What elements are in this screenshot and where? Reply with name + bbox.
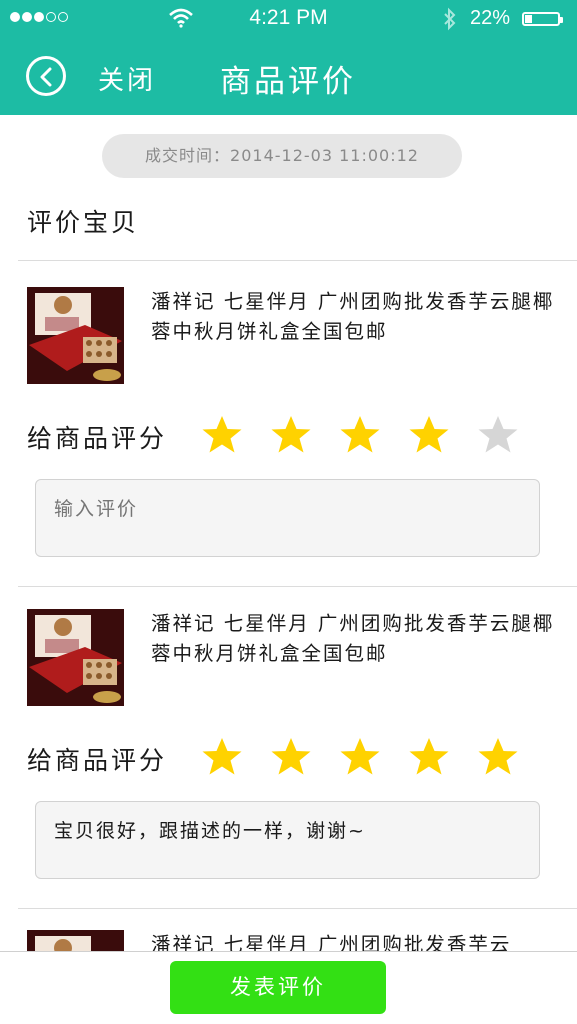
star-filled-icon[interactable] [339, 414, 381, 456]
star-rating[interactable] [201, 736, 546, 778]
star-empty-icon[interactable] [477, 414, 519, 456]
review-item: 潘祥记 七星伴月 广州团购批发香芋云 [0, 930, 577, 951]
product-name: 潘祥记 七星伴月 广州团购批发香芋云 [151, 933, 512, 951]
bluetooth-icon [444, 7, 456, 31]
rating-label: 给商品评分 [27, 424, 168, 453]
battery-icon [522, 12, 563, 26]
status-bar: 4:21 PM 22% [0, 0, 577, 38]
product-name: 潘祥记 七星伴月 广州团购批发香芋云腿椰蓉中秋月饼礼盒全国包邮 [151, 290, 555, 343]
star-filled-icon[interactable] [477, 736, 519, 778]
star-filled-icon[interactable] [339, 736, 381, 778]
comment-input[interactable] [35, 479, 540, 557]
star-filled-icon[interactable] [408, 414, 450, 456]
star-filled-icon[interactable] [270, 414, 312, 456]
app-header: 4:21 PM 22% 关闭 商品评价 [0, 0, 577, 115]
product-thumbnail [27, 930, 124, 951]
battery-percent: 22% [470, 7, 511, 29]
rating-label: 给商品评分 [27, 746, 168, 775]
star-filled-icon[interactable] [201, 414, 243, 456]
section-title: 评价宝贝 [27, 208, 140, 237]
submit-review-button[interactable]: 发表评价 [170, 961, 386, 1014]
divider [18, 586, 577, 587]
star-filled-icon[interactable] [270, 736, 312, 778]
product-name: 潘祥记 七星伴月 广州团购批发香芋云腿椰蓉中秋月饼礼盒全国包邮 [151, 612, 555, 665]
star-rating[interactable] [201, 414, 546, 456]
close-button[interactable]: 关闭 [98, 60, 156, 97]
star-filled-icon[interactable] [408, 736, 450, 778]
footer-bar: 发表评价 [0, 951, 577, 1024]
deal-time-badge: 成交时间：2014-12-03 11:00:12 [102, 134, 462, 178]
product-thumbnail [27, 287, 124, 384]
page-title: 商品评价 [220, 64, 356, 100]
comment-input[interactable]: 宝贝很好，跟描述的一样，谢谢~ [35, 801, 540, 879]
nav-bar: 关闭 商品评价 [0, 38, 577, 115]
product-thumbnail [27, 609, 124, 706]
back-circle-icon[interactable] [26, 56, 66, 96]
divider [18, 908, 577, 909]
divider [18, 260, 577, 261]
star-filled-icon[interactable] [201, 736, 243, 778]
